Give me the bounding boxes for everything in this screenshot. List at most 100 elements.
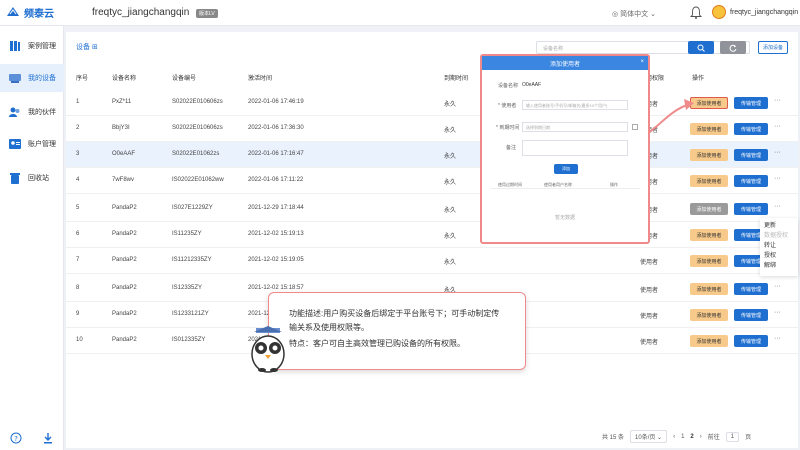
page-1[interactable]: 1 — [681, 434, 684, 440]
bell-icon[interactable] — [690, 6, 702, 19]
cell-no: 8 — [76, 285, 80, 291]
workspace-name: freqtyc_jiangchangqin — [92, 7, 190, 18]
page-size-select[interactable]: 10条/页 ⌄ — [630, 430, 668, 443]
expire-date-input[interactable]: 选择到期日期 — [522, 122, 628, 132]
cell-time: 2022-01-06 17:11:22 — [248, 177, 304, 183]
page-unit: 页 — [745, 435, 752, 441]
cell-time: 2022-01-06 17:46:19 — [248, 99, 304, 105]
sidebar-item-label: 案例管理 — [28, 43, 56, 50]
cell-name: PandaP2 — [112, 285, 137, 291]
transfer-manage-button[interactable]: 传输管理 — [734, 97, 768, 109]
more-icon[interactable]: ··· — [774, 335, 781, 342]
th-no: 序号 — [76, 76, 89, 82]
more-menu: 更新 数据授权 转让 授权 解绑 — [760, 218, 798, 276]
menu-item-transfer[interactable]: 转让 — [764, 241, 794, 251]
sidebar-item-account[interactable]: 账户管理 — [0, 130, 64, 158]
help-icon[interactable]: ? — [10, 432, 22, 444]
transfer-manage-button[interactable]: 传输管理 — [734, 203, 768, 215]
remark-textarea[interactable] — [522, 140, 628, 156]
transfer-manage-button[interactable]: 传输管理 — [734, 309, 768, 321]
sidebar-item-partners[interactable]: 我的伙伴 — [0, 98, 64, 126]
cell-expire: 永久 — [444, 234, 457, 240]
add-user-button[interactable]: 添加使用者 — [690, 255, 728, 267]
cell-time: 2021-12-29 17:18:44 — [248, 205, 304, 211]
prev-page-icon[interactable]: ‹ — [673, 434, 675, 440]
cell-permission: 使用者 — [640, 288, 659, 294]
search-input[interactable]: 设备名称 — [536, 41, 750, 54]
download-icon[interactable] — [42, 432, 54, 444]
refresh-button[interactable] — [720, 41, 746, 54]
cell-name: PandaP2 — [112, 205, 137, 211]
cell-code: IS02022E01062ww — [172, 177, 224, 183]
menu-item-unbind[interactable]: 解绑 — [764, 261, 794, 271]
page-2[interactable]: 2 — [690, 434, 693, 440]
close-icon[interactable]: × — [640, 59, 644, 65]
more-icon[interactable]: ··· — [774, 283, 781, 290]
callout-line-2: 输关系及使用权限等。 — [289, 323, 369, 332]
add-user-button[interactable]: 添加使用者 — [690, 149, 728, 161]
username[interactable]: freqtyc_jiangchangqin — [730, 9, 798, 16]
feature-callout: 功能描述:用户购买设备后绑定于平台账号下；可手动制定传 输关系及使用权限等。 特… — [268, 292, 526, 370]
cell-name: PandaP2 — [112, 257, 137, 263]
add-user-button[interactable]: 添加使用者 — [690, 229, 728, 241]
cell-no: 9 — [76, 311, 80, 317]
menu-item-update[interactable]: 更新 — [764, 221, 794, 231]
language-label: 简体中文 — [620, 11, 649, 18]
dialog-add-button[interactable]: 添加 — [554, 164, 578, 174]
more-icon[interactable]: ··· — [774, 123, 781, 130]
avatar[interactable] — [712, 5, 726, 19]
more-icon[interactable]: ··· — [774, 309, 781, 316]
brand[interactable]: 频泰云 — [6, 5, 54, 20]
cell-code: IS027E1229ZY — [172, 205, 213, 211]
transfer-manage-button[interactable]: 传输管理 — [734, 123, 768, 135]
cell-permission: 使用者 — [640, 260, 659, 266]
table-row[interactable]: 3 O0eAAF S02022E01062zs 2022-01-06 17:16:47… — [66, 142, 798, 168]
cell-name: PxZ*11 — [112, 99, 132, 105]
th-name: 设备名称 — [112, 76, 137, 82]
globe-icon: ◎ — [612, 11, 619, 18]
add-user-button[interactable]: 添加使用者 — [690, 175, 728, 187]
menu-item-data-auth[interactable]: 数据授权 — [764, 231, 794, 241]
goto-input[interactable]: 1 — [725, 431, 740, 442]
dialog-title: 添加使用者 — [549, 61, 580, 68]
cell-time: 2022-01-06 17:16:47 — [248, 151, 304, 157]
transfer-manage-button[interactable]: 传输管理 — [734, 335, 768, 347]
tab-devices[interactable]: 设备 ⊞ — [76, 42, 98, 52]
more-icon[interactable]: ··· — [774, 97, 781, 104]
more-icon[interactable]: ··· — [774, 203, 781, 210]
cell-code: IS12335ZY — [172, 285, 203, 291]
transfer-manage-button[interactable]: 传输管理 — [734, 149, 768, 161]
sidebar-item-my-devices[interactable]: 我的设备 — [0, 64, 64, 92]
more-icon[interactable]: ··· — [774, 175, 781, 182]
add-user-button[interactable]: 添加使用者 — [690, 335, 728, 347]
permanent-checkbox[interactable] — [632, 124, 638, 130]
cell-no: 4 — [76, 177, 80, 183]
add-user-button[interactable]: 添加使用者 — [690, 309, 728, 321]
sidebar-item-label: 账户管理 — [28, 141, 56, 148]
cell-time: 2021-12-02 15:19:05 — [248, 257, 304, 263]
cell-no: 3 — [76, 151, 80, 157]
search-button[interactable] — [688, 41, 714, 54]
table-row[interactable]: 6PandaP2IS11235ZY2021-12-02 15:19:13永久使用… — [66, 222, 798, 248]
account-icon — [8, 137, 22, 151]
transfer-manage-button[interactable]: 传输管理 — [734, 175, 768, 187]
language-select[interactable]: ◎ 简体中文 ⌄ — [612, 9, 656, 19]
cell-expire: 永久 — [444, 260, 457, 266]
add-user-button[interactable]: 添加使用者 — [690, 283, 728, 295]
more-icon[interactable]: ··· — [774, 149, 781, 156]
add-device-button[interactable]: 添加设备 — [758, 41, 788, 54]
table-row[interactable]: 7 PandaP2 IS11212335ZY 2021-12-02 15:19:05 永… — [66, 248, 798, 274]
menu-item-authorize[interactable]: 授权 — [764, 251, 794, 261]
table-row[interactable]: 4 7wF8wv IS02022E01062ww 2022-01-06 17:11:2… — [66, 168, 798, 194]
add-user-button[interactable]: 添加使用者 — [690, 203, 728, 215]
device-name-value: O0eAAF — [522, 82, 542, 88]
sidebar-item-cases[interactable]: 案例管理 — [0, 32, 64, 60]
transfer-manage-button[interactable]: 传输管理 — [734, 283, 768, 295]
next-page-icon[interactable]: › — [700, 434, 702, 440]
cell-code: S02022E010606zs — [172, 125, 223, 131]
svg-text:?: ? — [14, 435, 18, 443]
user-input[interactable]: 输入使用者账号/手机号/邮箱名(最多10个用户) — [522, 100, 628, 110]
table-row[interactable]: 5 PandaP2 IS027E1229ZY 2021-12-29 17:18:44 永… — [66, 196, 798, 222]
sidebar-item-recycle-bin[interactable]: 回收站 — [0, 164, 64, 192]
cell-expire: 永久 — [444, 102, 457, 108]
